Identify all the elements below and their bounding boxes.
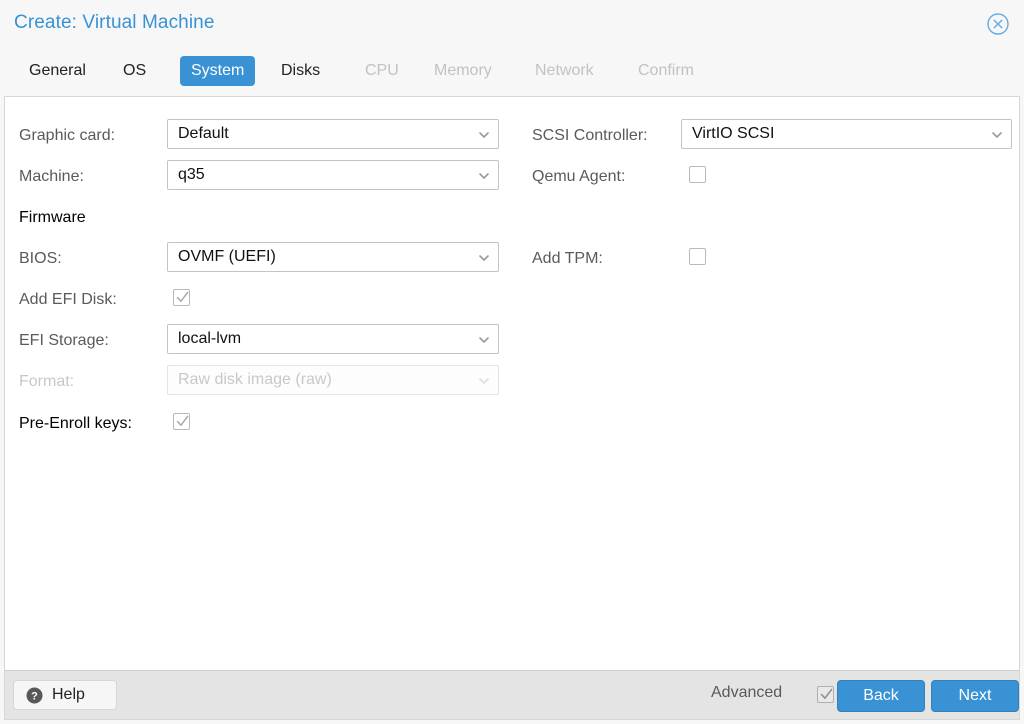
- dialog-title: Create: Virtual Machine: [14, 12, 215, 33]
- label-graphic-card: Graphic card:: [19, 127, 116, 144]
- tab-confirm: Confirm: [638, 62, 695, 79]
- chevron-down-icon: [478, 334, 490, 346]
- advanced-checkbox[interactable]: [817, 686, 834, 703]
- help-button[interactable]: ? Help: [13, 680, 117, 710]
- checkbox-add-tpm[interactable]: [689, 248, 706, 265]
- label-scsi-controller: SCSI Controller:: [532, 127, 648, 144]
- combo-value-graphic-card: Default: [178, 125, 229, 142]
- form-row-scsi-controller: SCSI Controller: VirtIO SCSI: [513, 115, 1021, 156]
- wizard-tabbar: General OS System Disks CPU Memory Network Conf…: [0, 56, 1024, 96]
- chevron-down-icon: [991, 129, 1003, 141]
- chevron-down-icon: [478, 129, 490, 141]
- section-title-firmware: Firmware: [19, 209, 86, 226]
- close-icon[interactable]: [986, 12, 1010, 36]
- combo-efi-storage[interactable]: local-lvm: [167, 324, 499, 354]
- tab-os[interactable]: OS: [112, 56, 157, 86]
- form-row-qemu-agent: Qemu Agent:: [513, 156, 1021, 197]
- tab-general[interactable]: General: [18, 56, 97, 86]
- help-button-label: Help: [52, 686, 85, 703]
- form-row-machine: Machine: q35: [5, 156, 513, 197]
- form-row-pre-enroll-keys: Pre-Enroll keys:: [5, 403, 513, 444]
- chevron-down-icon: [478, 375, 490, 387]
- checkbox-add-efi-disk[interactable]: [173, 289, 190, 306]
- back-button[interactable]: Back: [837, 680, 925, 712]
- form-row-bios: BIOS: OVMF (UEFI): [5, 238, 513, 279]
- next-button[interactable]: Next: [931, 680, 1019, 712]
- label-qemu-agent: Qemu Agent:: [532, 168, 626, 185]
- combo-value-format: Raw disk image (raw): [178, 371, 332, 388]
- tab-memory: Memory: [434, 62, 492, 79]
- combo-value-machine: q35: [178, 166, 205, 183]
- label-efi-storage: EFI Storage:: [19, 332, 109, 349]
- dialog-titlebar: Create: Virtual Machine: [0, 0, 1024, 48]
- combo-value-bios: OVMF (UEFI): [178, 248, 276, 265]
- advanced-label: Advanced: [711, 684, 783, 701]
- svg-text:?: ?: [31, 691, 38, 703]
- combo-format: Raw disk image (raw): [167, 365, 499, 395]
- label-bios: BIOS:: [19, 250, 62, 267]
- tab-system[interactable]: System: [180, 56, 256, 86]
- tab-network: Network: [535, 62, 594, 79]
- combo-scsi-controller[interactable]: VirtIO SCSI: [681, 119, 1012, 149]
- form-row-firmware: Firmware: [5, 197, 513, 238]
- form-panel: Graphic card: Default Machine: q35 Firmware B…: [4, 96, 1020, 670]
- combo-machine[interactable]: q35: [167, 160, 499, 190]
- label-machine: Machine:: [19, 168, 84, 185]
- chevron-down-icon: [478, 252, 490, 264]
- label-pre-enroll-keys: Pre-Enroll keys:: [19, 415, 132, 432]
- checkbox-qemu-agent[interactable]: [689, 166, 706, 183]
- question-circle-icon: ?: [26, 687, 43, 704]
- label-format: Format:: [19, 373, 75, 390]
- label-add-tpm: Add TPM:: [532, 250, 603, 267]
- label-add-efi-disk: Add EFI Disk:: [19, 291, 117, 308]
- combo-value-efi-storage: local-lvm: [178, 330, 242, 347]
- form-row-add-efi-disk: Add EFI Disk:: [5, 279, 513, 320]
- combo-value-scsi-controller: VirtIO SCSI: [692, 125, 775, 142]
- combo-graphic-card[interactable]: Default: [167, 119, 499, 149]
- tab-disks[interactable]: Disks: [270, 56, 331, 86]
- form-row-efi-storage: EFI Storage: local-lvm: [5, 320, 513, 361]
- form-row-graphic-card: Graphic card: Default: [5, 115, 513, 156]
- chevron-down-icon: [478, 170, 490, 182]
- checkbox-pre-enroll-keys[interactable]: [173, 413, 190, 430]
- tab-cpu: CPU: [365, 62, 399, 79]
- form-row-format: Format: Raw disk image (raw): [5, 361, 513, 402]
- combo-bios[interactable]: OVMF (UEFI): [167, 242, 499, 272]
- dialog-footer: ? Help Advanced Back Next: [4, 670, 1020, 720]
- form-row-add-tpm: Add TPM:: [513, 238, 1021, 279]
